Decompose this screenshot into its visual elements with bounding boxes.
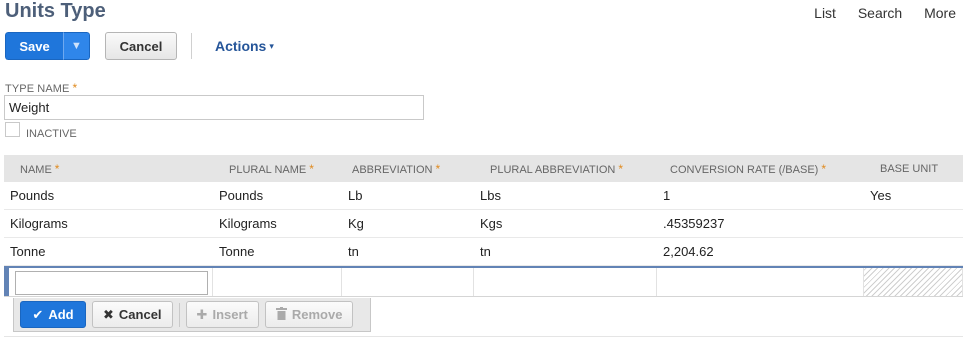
search-link[interactable]: Search bbox=[858, 5, 902, 21]
chevron-down-icon: ▼ bbox=[71, 40, 82, 52]
column-label: ABBREVIATION bbox=[352, 163, 433, 176]
insert-row-button[interactable]: ✚ Insert bbox=[185, 301, 259, 328]
add-row-label: Add bbox=[48, 307, 74, 322]
required-marker: * bbox=[309, 161, 314, 176]
cell-plural-name: Pounds bbox=[219, 188, 264, 203]
column-header-base-unit: BASE UNIT bbox=[864, 163, 963, 175]
save-button-group: Save ▼ bbox=[5, 32, 90, 60]
toolbar-divider bbox=[191, 33, 192, 59]
cell-name: Kilograms bbox=[10, 216, 68, 231]
abbreviation-edit-cell[interactable] bbox=[342, 268, 474, 296]
table-row[interactable]: Tonne Tonne tn tn 2,204.62 bbox=[4, 238, 963, 266]
inactive-label: INACTIVE bbox=[26, 128, 77, 140]
required-marker: * bbox=[54, 161, 60, 176]
name-edit-cell bbox=[9, 268, 213, 296]
cell-name: Tonne bbox=[10, 244, 46, 259]
trash-icon bbox=[275, 306, 287, 323]
required-marker: * bbox=[821, 161, 826, 176]
grid-header: NAME * PLURAL NAME * ABBREVIATION * PLURAL … bbox=[4, 155, 963, 182]
row-action-toolbar: ✔ Add ✖ Cancel ✚ Insert Remove bbox=[13, 298, 371, 332]
column-header-plural-abbreviation: PLURAL ABBREVIATION * bbox=[474, 162, 657, 176]
plus-icon: ✚ bbox=[196, 306, 208, 322]
name-edit-input[interactable] bbox=[15, 271, 208, 295]
required-marker: * bbox=[72, 81, 78, 95]
caret-down-icon: ▾ bbox=[269, 40, 274, 51]
cell-conversion-rate: .45359237 bbox=[663, 216, 725, 231]
save-button[interactable]: Save bbox=[5, 32, 63, 60]
conversion-rate-edit-cell[interactable] bbox=[657, 268, 864, 296]
table-row[interactable]: Pounds Pounds Lb Lbs 1 Yes bbox=[4, 182, 963, 210]
table-row[interactable]: Kilograms Kilograms Kg Kgs .45359237 bbox=[4, 210, 963, 238]
cell-conversion-rate: 2,204.62 bbox=[663, 244, 714, 259]
required-marker: * bbox=[618, 161, 623, 176]
units-grid: NAME * PLURAL NAME * ABBREVIATION * PLURAL … bbox=[4, 155, 963, 266]
main-toolbar: Save ▼ Cancel Actions ▾ bbox=[5, 32, 274, 60]
column-header-name: NAME * bbox=[4, 162, 213, 176]
save-menu-button[interactable]: ▼ bbox=[63, 32, 90, 60]
cell-abbreviation: Lb bbox=[348, 188, 363, 203]
plural-abbreviation-edit-cell[interactable] bbox=[474, 268, 657, 296]
required-marker: * bbox=[435, 161, 441, 176]
cell-base-unit: Yes bbox=[870, 188, 892, 203]
remove-row-label: Remove bbox=[291, 307, 343, 322]
column-label: NAME bbox=[20, 163, 52, 176]
inactive-checkbox[interactable] bbox=[5, 122, 20, 137]
plural-name-edit-cell[interactable] bbox=[213, 268, 342, 296]
column-label: PLURAL NAME bbox=[229, 163, 307, 176]
list-link[interactable]: List bbox=[814, 5, 836, 21]
column-label: PLURAL ABBREVIATION bbox=[490, 163, 616, 176]
cancel-row-button[interactable]: ✖ Cancel bbox=[92, 301, 173, 328]
actions-menu[interactable]: Actions ▾ bbox=[215, 38, 274, 54]
more-link[interactable]: More bbox=[924, 5, 956, 21]
cell-abbreviation: tn bbox=[348, 244, 359, 259]
cell-plural-name: Kilograms bbox=[219, 216, 277, 231]
type-name-label: TYPE NAME * bbox=[5, 81, 77, 95]
cell-plural-abbreviation: tn bbox=[480, 244, 491, 259]
column-label: BASE UNIT bbox=[880, 162, 939, 175]
x-icon: ✖ bbox=[103, 306, 114, 322]
check-icon: ✔ bbox=[32, 306, 44, 322]
row-toolbar-divider bbox=[178, 302, 180, 327]
column-header-conversion-rate: CONVERSION RATE (/BASE) * bbox=[657, 162, 864, 176]
type-name-input[interactable]: Weight bbox=[4, 95, 424, 120]
cancel-row-label: Cancel bbox=[118, 307, 162, 322]
cell-conversion-rate: 1 bbox=[663, 188, 671, 203]
page-title: Units Type bbox=[5, 0, 106, 22]
column-header-abbreviation: ABBREVIATION * bbox=[342, 162, 474, 176]
insert-row-label: Insert bbox=[212, 307, 248, 322]
new-line-row bbox=[4, 266, 963, 297]
base-unit-edit-cell bbox=[864, 268, 963, 296]
column-label: CONVERSION RATE (/BASE) bbox=[670, 163, 819, 176]
cell-plural-name: Tonne bbox=[219, 244, 255, 259]
cell-name: Pounds bbox=[10, 188, 55, 203]
actions-label: Actions bbox=[215, 38, 267, 54]
type-name-label-text: TYPE NAME bbox=[5, 83, 70, 95]
add-row-button[interactable]: ✔ Add bbox=[20, 301, 86, 328]
column-header-plural-name: PLURAL NAME * bbox=[213, 162, 342, 176]
cell-abbreviation: Kg bbox=[348, 216, 364, 231]
section-divider bbox=[4, 336, 963, 337]
cell-plural-abbreviation: Lbs bbox=[480, 188, 501, 203]
cancel-button[interactable]: Cancel bbox=[105, 32, 177, 60]
top-nav: List Search More bbox=[796, 5, 956, 21]
cell-plural-abbreviation: Kgs bbox=[480, 216, 503, 231]
remove-row-button[interactable]: Remove bbox=[264, 301, 354, 328]
